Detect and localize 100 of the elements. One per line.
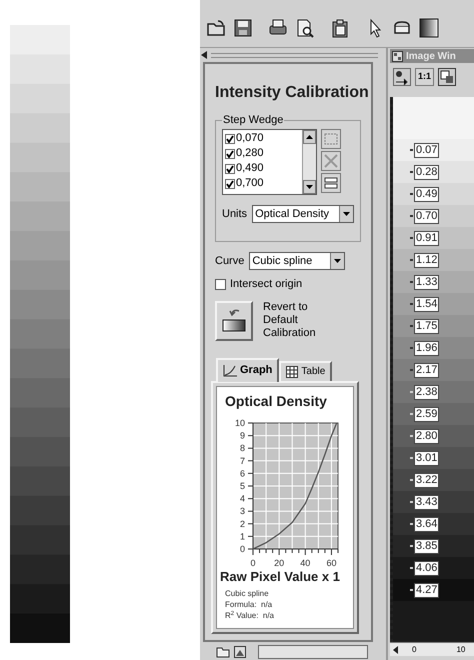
list-item-text: 0,280 bbox=[236, 147, 264, 160]
folder-icon[interactable] bbox=[206, 18, 226, 38]
revert-button[interactable] bbox=[215, 300, 253, 340]
tick-mark-icon bbox=[410, 545, 413, 547]
panel-title: Intensity Calibration bbox=[215, 83, 369, 103]
axis-tick-label: 8 bbox=[240, 442, 245, 453]
density-label: 4.27 bbox=[414, 582, 440, 598]
density-label: 3.85 bbox=[414, 538, 440, 554]
density-label: 2.59 bbox=[414, 406, 440, 422]
tick-mark-icon bbox=[410, 413, 413, 415]
axis-tick-label: 6 bbox=[240, 468, 245, 478]
collapse-arrow-icon[interactable] bbox=[201, 51, 207, 59]
table-icon bbox=[286, 366, 298, 378]
printer-icon[interactable] bbox=[268, 18, 288, 38]
axis-tick-label: 3 bbox=[240, 506, 245, 516]
window-icon bbox=[392, 50, 403, 62]
tick-mark-icon bbox=[410, 457, 413, 459]
density-label: 0.28 bbox=[414, 164, 440, 180]
tick-mark-icon bbox=[410, 237, 413, 239]
density-label: 1.96 bbox=[414, 340, 440, 356]
legend-text: Cubic spline bbox=[225, 588, 270, 598]
checkbox[interactable] bbox=[225, 178, 235, 188]
tick-mark-icon bbox=[410, 347, 413, 349]
field-label: Units bbox=[222, 206, 248, 222]
density-label: 3.43 bbox=[414, 494, 440, 510]
checkbox[interactable] bbox=[225, 148, 235, 158]
tick-mark-icon bbox=[410, 303, 413, 305]
scroll-down-icon[interactable] bbox=[306, 185, 313, 189]
dropdown-arrow-icon[interactable] bbox=[343, 212, 350, 216]
density-label: 2.80 bbox=[414, 428, 440, 444]
units-dropdown[interactable]: Optical Density bbox=[252, 205, 354, 223]
axis-tick-label: 5 bbox=[240, 480, 245, 490]
density-label: 0.49 bbox=[414, 186, 440, 202]
image-icon[interactable] bbox=[234, 646, 246, 658]
input-field[interactable] bbox=[258, 645, 368, 659]
revert-label: Revert to Default Calibration bbox=[263, 301, 317, 340]
group-label: Step Wedge bbox=[222, 113, 284, 127]
density-label: 1.54 bbox=[414, 296, 440, 312]
tick-mark-icon bbox=[410, 281, 413, 283]
tick-mark-icon bbox=[410, 193, 413, 195]
gradient-icon[interactable] bbox=[419, 18, 439, 38]
tick-mark-icon bbox=[410, 259, 413, 261]
tick-mark-icon bbox=[410, 567, 413, 569]
axis-tick-label: 4 bbox=[240, 493, 245, 504]
checkbox[interactable] bbox=[225, 164, 235, 174]
ruler-label: 0 bbox=[412, 644, 416, 656]
density-label: 2.38 bbox=[414, 384, 440, 400]
checkbox[interactable] bbox=[225, 134, 235, 144]
tick-mark-icon bbox=[410, 523, 413, 525]
axis-tick-label: 0 bbox=[250, 558, 256, 568]
field-label: Curve bbox=[215, 254, 244, 269]
page-magnifier-icon[interactable] bbox=[295, 18, 315, 38]
tick-mark-icon bbox=[410, 369, 413, 371]
fit-window-icon[interactable] bbox=[438, 68, 456, 86]
list-icon[interactable] bbox=[322, 175, 340, 191]
info-text: R$^{2}$ Value: n/a bbox=[225, 610, 276, 620]
adjust-icon[interactable] bbox=[393, 68, 411, 86]
axis-tick-label: 60 bbox=[326, 558, 336, 568]
density-label: 0.70 bbox=[414, 208, 440, 224]
density-label: 0.91 bbox=[414, 230, 440, 246]
checkbox-label: Intersect origin bbox=[230, 277, 302, 292]
tick-mark-icon bbox=[410, 435, 413, 437]
list-item-text: 0,070 bbox=[236, 132, 264, 145]
tick-mark-icon bbox=[410, 501, 413, 503]
axis-tick-label: 9 bbox=[240, 430, 245, 440]
axis-label: Raw Pixel Value x 1 bbox=[220, 568, 341, 584]
dropdown-arrow-icon[interactable] bbox=[334, 259, 342, 263]
window-title: Image Win bbox=[406, 50, 456, 63]
density-label: 3.22 bbox=[414, 472, 440, 488]
clipboard-icon[interactable] bbox=[330, 18, 350, 38]
tab[interactable]: Table bbox=[279, 360, 332, 380]
tab[interactable]: Graph bbox=[216, 358, 280, 382]
scrollbar[interactable] bbox=[302, 130, 316, 194]
zoom-button[interactable]: 1:1 bbox=[415, 68, 434, 86]
list-item-text: 0,700 bbox=[236, 177, 264, 190]
tick-mark-icon bbox=[410, 171, 413, 173]
density-label: 1.33 bbox=[414, 274, 440, 290]
density-label: 3.01 bbox=[414, 450, 440, 466]
graph-icon bbox=[223, 364, 237, 376]
scroll-up-icon[interactable] bbox=[306, 135, 313, 139]
tick-mark-icon bbox=[410, 479, 413, 481]
axis-tick-label: 0 bbox=[240, 544, 245, 554]
undo-icon bbox=[221, 308, 247, 334]
density-label: 0.07 bbox=[414, 142, 440, 158]
curve-dropdown[interactable]: Cubic spline bbox=[249, 252, 346, 270]
tick-mark-icon bbox=[410, 589, 413, 591]
info-text: Formula: n/a bbox=[225, 598, 274, 610]
density-label: 1.75 bbox=[414, 318, 440, 334]
list-item-text: 0,490 bbox=[236, 162, 264, 175]
checkbox[interactable] bbox=[215, 278, 226, 290]
ruler-label: 10 bbox=[456, 644, 466, 656]
axis-tick-label: 40 bbox=[300, 558, 310, 568]
folder-icon[interactable] bbox=[216, 646, 230, 658]
chart-title: Optical Density bbox=[225, 392, 328, 408]
density-label: 3.64 bbox=[414, 516, 440, 532]
axis-tick-label: 10 bbox=[234, 418, 245, 428]
axis-tick-label: 7 bbox=[240, 455, 245, 466]
axis-tick-label: 2 bbox=[240, 518, 245, 528]
tick-mark-icon bbox=[410, 149, 413, 151]
density-label: 2.17 bbox=[414, 362, 440, 378]
